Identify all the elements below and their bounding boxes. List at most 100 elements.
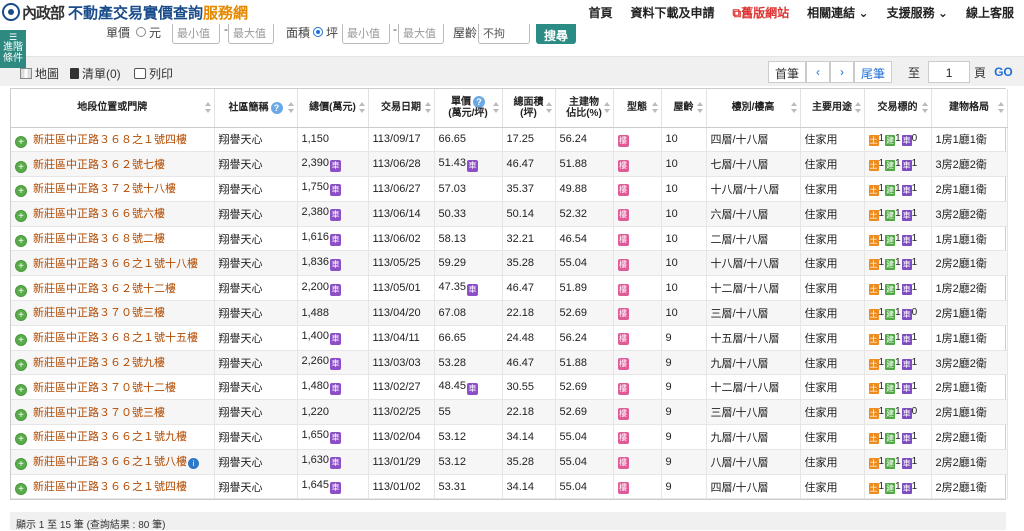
cell-address[interactable]: + 新莊區中正路３６６之１號九樓 (11, 424, 215, 450)
cell-address[interactable]: + 新莊區中正路３６８之１號十五樓 (11, 325, 215, 351)
address-text[interactable]: 新莊區中正路３６８之１號十五樓 (33, 332, 198, 344)
address-text[interactable]: 新莊區中正路３７０號三樓 (33, 307, 165, 319)
next-page-button[interactable]: › (830, 61, 855, 83)
table-row[interactable]: + 新莊區中正路３７０號三樓 翔譽天心 1,220 113/02/25 55 22.18 52… (11, 399, 1008, 426)
unit-price-yuan-radio[interactable] (136, 27, 146, 37)
first-page-button[interactable]: 首筆 (768, 61, 807, 83)
expand-icon[interactable]: + (15, 359, 27, 372)
expand-icon[interactable]: + (15, 185, 27, 198)
address-text[interactable]: 新莊區中正路３６８之１號四樓 (33, 134, 187, 146)
table-row[interactable]: + 新莊區中正路３６２號七樓 翔譽天心 2,390 車 113/06/28 51.43 車 46… (11, 151, 1008, 178)
table-row[interactable]: + 新莊區中正路３６２號十二樓 翔譽天心 2,200 車 113/05/01 47.35 車 4… (11, 275, 1008, 302)
age-select[interactable]: 不拘 (478, 22, 530, 44)
cell-address[interactable]: + 新莊區中正路３７０號三樓 (11, 300, 215, 326)
area-min-input[interactable]: 最小值 (342, 22, 390, 44)
nav-download[interactable]: 資料下載及申請 (631, 4, 715, 21)
address-text[interactable]: 新莊區中正路３６６號六樓 (33, 208, 165, 220)
table-row[interactable]: + 新莊區中正路３６２號九樓 翔譽天心 2,260 車 113/03/03 53.28 46.… (11, 350, 1008, 376)
area-max-input[interactable]: 最大值 (398, 22, 444, 44)
address-text[interactable]: 新莊區中正路３６６之１號九樓 (33, 431, 187, 443)
expand-icon[interactable]: + (15, 160, 27, 173)
help-icon[interactable]: ? (270, 101, 283, 114)
table-row[interactable]: + 新莊區中正路３６６之１號四樓 翔譽天心 1,645 車 113/01/02 53.31 3… (11, 474, 1008, 500)
table-row[interactable]: + 新莊區中正路３７０號三樓 翔譽天心 1,488 113/04/20 67.08 22.1… (11, 300, 1008, 326)
cell-address[interactable]: + 新莊區中正路３７０號十二樓 (11, 374, 215, 401)
col-use[interactable]: 主要用途 (800, 89, 865, 128)
nav-support[interactable]: 支援服務 ⌄ (887, 4, 948, 21)
nav-links[interactable]: 相關連結 ⌄ (807, 4, 868, 21)
address-text[interactable]: 新莊區中正路３６２號七樓 (33, 159, 165, 171)
nav-online-service[interactable]: 線上客服 (966, 4, 1014, 21)
table-row[interactable]: + 新莊區中正路３６６之１號九樓 翔譽天心 1,650 車 113/02/04 53.12 3… (11, 424, 1008, 450)
col-date[interactable]: 交易日期 (368, 89, 435, 128)
expand-icon[interactable]: + (15, 135, 27, 148)
expand-icon[interactable]: + (15, 210, 27, 223)
expand-icon[interactable]: + (15, 334, 27, 347)
expand-icon[interactable]: + (15, 284, 27, 297)
col-address[interactable]: 地段位置或門牌 (11, 89, 215, 128)
col-total-area[interactable]: 總面積 (坪) (502, 89, 556, 128)
table-row[interactable]: + 新莊區中正路３６８之１號四樓 翔譽天心 1,150 113/09/17 66.65 17… (11, 127, 1008, 153)
table-row[interactable]: + 新莊區中正路３６６號六樓 翔譽天心 2,380 車 113/06/14 50.33 50.… (11, 201, 1008, 227)
help-icon[interactable]: ? (473, 96, 485, 109)
col-age[interactable]: 屋齡 (661, 89, 707, 128)
address-text[interactable]: 新莊區中正路３６６之１號十八樓 (33, 258, 198, 270)
list-button[interactable]: 清單(0) (70, 65, 121, 82)
cell-address[interactable]: + 新莊區中正路３６２號十二樓 (11, 275, 215, 302)
expand-icon[interactable]: + (15, 433, 27, 446)
expand-icon[interactable]: + (15, 458, 27, 471)
cell-address[interactable]: + 新莊區中正路３６６之１號四樓 (11, 474, 215, 500)
expand-icon[interactable]: + (15, 483, 27, 496)
address-text[interactable]: 新莊區中正路３７０號十二樓 (33, 382, 176, 394)
col-floor[interactable]: 樓別/樓高 (706, 89, 801, 128)
table-row[interactable]: + 新莊區中正路３６６之１號十八樓 翔譽天心 1,836 車 113/05/25 59.29… (11, 250, 1008, 277)
nav-home[interactable]: 首頁 (589, 4, 613, 21)
advanced-filter-button[interactable]: ☰ 進階條件 (0, 30, 26, 68)
area-ping-radio[interactable] (313, 27, 323, 37)
table-row[interactable]: + 新莊區中正路３６６之１號八樓 i 翔譽天心 1,630 車 113/01/29 53.12… (11, 449, 1008, 475)
nav-old-site[interactable]: ⧉舊版網站 (733, 4, 790, 21)
expand-icon[interactable]: + (15, 383, 27, 396)
page-input[interactable]: 1 (928, 61, 971, 83)
address-text[interactable]: 新莊區中正路３６６之１號八樓 (33, 456, 187, 468)
cell-address[interactable]: + 新莊區中正路３６８之１號四樓 (11, 127, 215, 153)
address-text[interactable]: 新莊區中正路３６８號二樓 (33, 233, 165, 245)
col-main-ratio[interactable]: 主建物 佔比(%) (555, 89, 614, 128)
expand-icon[interactable]: + (15, 309, 27, 322)
address-text[interactable]: 新莊區中正路３６６之１號四樓 (33, 481, 187, 493)
address-text[interactable]: 新莊區中正路３７０號三樓 (33, 407, 165, 419)
table-row[interactable]: + 新莊區中正路３６８之１號十五樓 翔譽天心 1,400 車 113/04/11 66.65… (11, 325, 1008, 351)
col-type[interactable]: 型態 (613, 89, 662, 128)
expand-icon[interactable]: + (15, 408, 27, 421)
col-unit-price[interactable]: 單價? (萬元/坪) (434, 89, 503, 128)
col-total-price[interactable]: 總價(萬元) (297, 89, 369, 128)
print-button[interactable]: 列印 (134, 65, 173, 82)
cell-address[interactable]: + 新莊區中正路３７２號十八樓 (11, 176, 215, 202)
price-min-input[interactable]: 最小值 (172, 22, 220, 44)
cell-address[interactable]: + 新莊區中正路３６６之１號八樓 i (11, 449, 215, 475)
cell-address[interactable]: + 新莊區中正路３６６之１號十八樓 (11, 250, 215, 277)
cell-address[interactable]: + 新莊區中正路３６２號九樓 (11, 350, 215, 376)
prev-page-button[interactable]: ‹ (806, 61, 831, 83)
address-text[interactable]: 新莊區中正路３６２號九樓 (33, 357, 165, 369)
col-target[interactable]: 交易標的 (864, 89, 932, 128)
search-button[interactable]: 搜尋 (536, 22, 576, 44)
cell-address[interactable]: + 新莊區中正路３６８號二樓 (11, 226, 215, 252)
cell-address[interactable]: + 新莊區中正路３７０號三樓 (11, 399, 215, 426)
go-button[interactable]: GO (994, 65, 1013, 79)
price-max-input[interactable]: 最大值 (228, 22, 274, 44)
table-row[interactable]: + 新莊區中正路３７２號十八樓 翔譽天心 1,750 車 113/06/27 57.03 35… (11, 176, 1008, 202)
col-layout[interactable]: 建物格局 (931, 89, 1008, 128)
cell-address[interactable]: + 新莊區中正路３６６號六樓 (11, 201, 215, 227)
expand-icon[interactable]: + (15, 259, 27, 272)
expand-icon[interactable]: + (15, 235, 27, 248)
col-community[interactable]: 社區簡稱? (214, 89, 298, 128)
cell-address[interactable]: + 新莊區中正路３６２號七樓 (11, 151, 215, 178)
address-text[interactable]: 新莊區中正路３７２號十八樓 (33, 183, 176, 195)
table-row[interactable]: + 新莊區中正路３７０號十二樓 翔譽天心 1,480 車 113/02/27 48.45 車 3… (11, 374, 1008, 401)
address-text[interactable]: 新莊區中正路３６２號十二樓 (33, 283, 176, 295)
last-page-button[interactable]: 尾筆 (854, 61, 893, 83)
info-icon[interactable]: i (188, 458, 199, 470)
site-logo[interactable]: 內政部 不動產交易實價查詢 服務網 (0, 2, 248, 23)
table-row[interactable]: + 新莊區中正路３６８號二樓 翔譽天心 1,616 車 113/06/02 58.13 32.… (11, 226, 1008, 252)
